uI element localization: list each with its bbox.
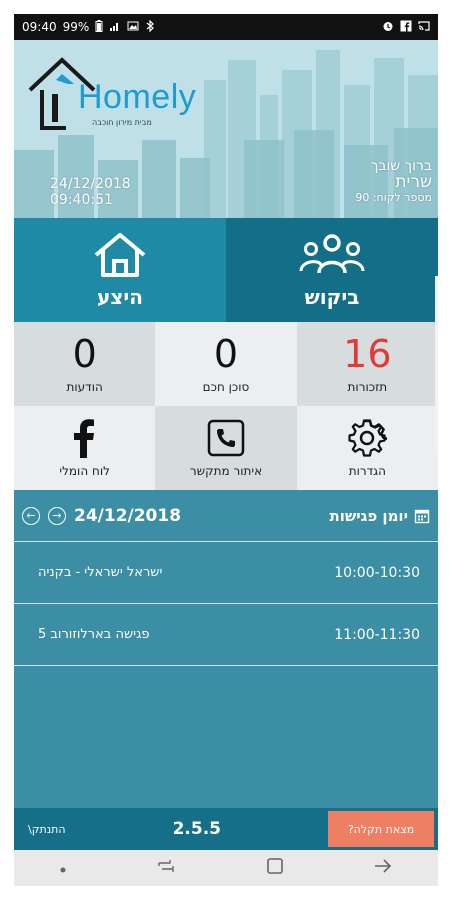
messages-label: הודעות [66, 380, 103, 394]
reminders-label: תזכורות [347, 380, 388, 394]
logo-tagline: מבית מירון חוכבה [92, 118, 152, 127]
battery-icon [95, 19, 103, 35]
settings-tile[interactable]: הגדרות [296, 406, 438, 490]
diary-date: 24/12/2018 [74, 505, 182, 526]
logout-link[interactable]: התנתק\ [14, 823, 66, 836]
smart-agent-tile[interactable]: 0 סוכן חכם [155, 322, 297, 406]
house-icon [94, 233, 146, 277]
reminders-count: 16 [343, 332, 392, 376]
facebook-icon [73, 419, 94, 458]
app-version: 2.5.5 [172, 819, 221, 839]
meeting-title: פגישה בארלוזורוב 5 [38, 627, 150, 642]
customer-number: מספר לקוח: 90 [355, 191, 432, 204]
homely-board-label: לוח הומלי [59, 464, 110, 478]
back-icon[interactable] [373, 858, 393, 878]
logo-wordmark: Homely [78, 78, 197, 116]
settings-label: הגדרות [348, 464, 386, 478]
meeting-time: 10:00-10:30 [334, 564, 420, 581]
main-tiles: היצע ביקוש [14, 218, 438, 322]
facebook-icon [400, 20, 412, 35]
next-day-button[interactable]: → [48, 506, 66, 525]
signal-icon [109, 20, 121, 35]
scrollbar[interactable] [435, 276, 438, 454]
meeting-row[interactable]: ישראל ישראלי - בקניה 10:00-10:30 [14, 542, 438, 604]
demand-label: ביקוש [304, 285, 360, 309]
diary-title: יומן פגישות [329, 506, 408, 525]
header-banner: Homely מבית מירון חוכבה 24/12/2018 09:40… [14, 40, 438, 218]
bluetooth-icon [145, 19, 155, 35]
image-icon [127, 20, 139, 35]
messages-count: 0 [72, 332, 97, 376]
cast-icon [418, 20, 430, 35]
dot-icon[interactable] [59, 859, 67, 878]
caller-id-label: איתור מתקשר [189, 464, 263, 478]
offer-label: היצע [96, 285, 143, 309]
calendar-icon [414, 509, 430, 523]
smart-agent-label: סוכן חכם [202, 380, 250, 394]
meeting-row[interactable]: פגישה בארלוזורוב 5 11:00-11:30 [14, 604, 438, 666]
meeting-diary: ← → 24/12/2018 יומן פגישות ישראל ישראלי … [14, 490, 438, 808]
report-bug-button[interactable]: מצאת תקלה? [328, 811, 434, 847]
android-navigation-bar [14, 850, 438, 886]
shortcut-grid: 0 הודעות 0 סוכן חכם 16 תזכורות לוח הומלי… [14, 322, 438, 490]
offer-tile[interactable]: היצע [14, 218, 226, 322]
bottom-bar: התנתק\ 2.5.5 מצאת תקלה? [14, 808, 438, 850]
people-icon [299, 234, 365, 274]
caller-id-tile[interactable]: איתור מתקשר [155, 406, 297, 490]
battery-percent: 99% [62, 20, 90, 34]
smart-agent-count: 0 [213, 332, 239, 376]
gear-icon [348, 419, 388, 457]
status-bar: 09:40 99% [14, 14, 438, 40]
homely-board-tile[interactable]: לוח הומלי [14, 406, 156, 490]
phone-icon [207, 419, 245, 457]
diary-title-group: יומן פגישות [329, 507, 430, 525]
user-name: שרית [395, 172, 432, 192]
diary-date-nav: ← → 24/12/2018 [22, 506, 181, 526]
current-time: 09:40:51 [50, 192, 113, 208]
status-time: 09:40 [22, 20, 57, 34]
welcome-block: ברוך שובך שרית מספר לקוח: 90 [355, 158, 432, 206]
meeting-title: ישראל ישראלי - בקניה [38, 565, 163, 580]
recent-apps-icon[interactable] [156, 858, 176, 878]
reminders-tile[interactable]: 16 תזכורות [296, 322, 438, 406]
demand-tile[interactable]: ביקוש [226, 218, 438, 322]
messages-tile[interactable]: 0 הודעות [14, 322, 156, 406]
app-screen: 09:40 99% Homely מבית מירון חוכבה 24/12/… [14, 14, 438, 886]
current-date: 24/12/2018 [50, 176, 131, 192]
homely-logo: Homely מבית מירון חוכבה [26, 54, 196, 134]
previous-day-button[interactable]: ← [22, 506, 40, 525]
status-right [382, 20, 430, 35]
meeting-time: 11:00-11:30 [334, 626, 420, 643]
diary-header: ← → 24/12/2018 יומן פגישות [14, 490, 438, 542]
home-icon[interactable] [266, 857, 284, 879]
current-datetime: 24/12/2018 09:40:51 [50, 176, 131, 208]
alarm-icon [382, 20, 394, 35]
status-left: 09:40 99% [22, 19, 155, 35]
